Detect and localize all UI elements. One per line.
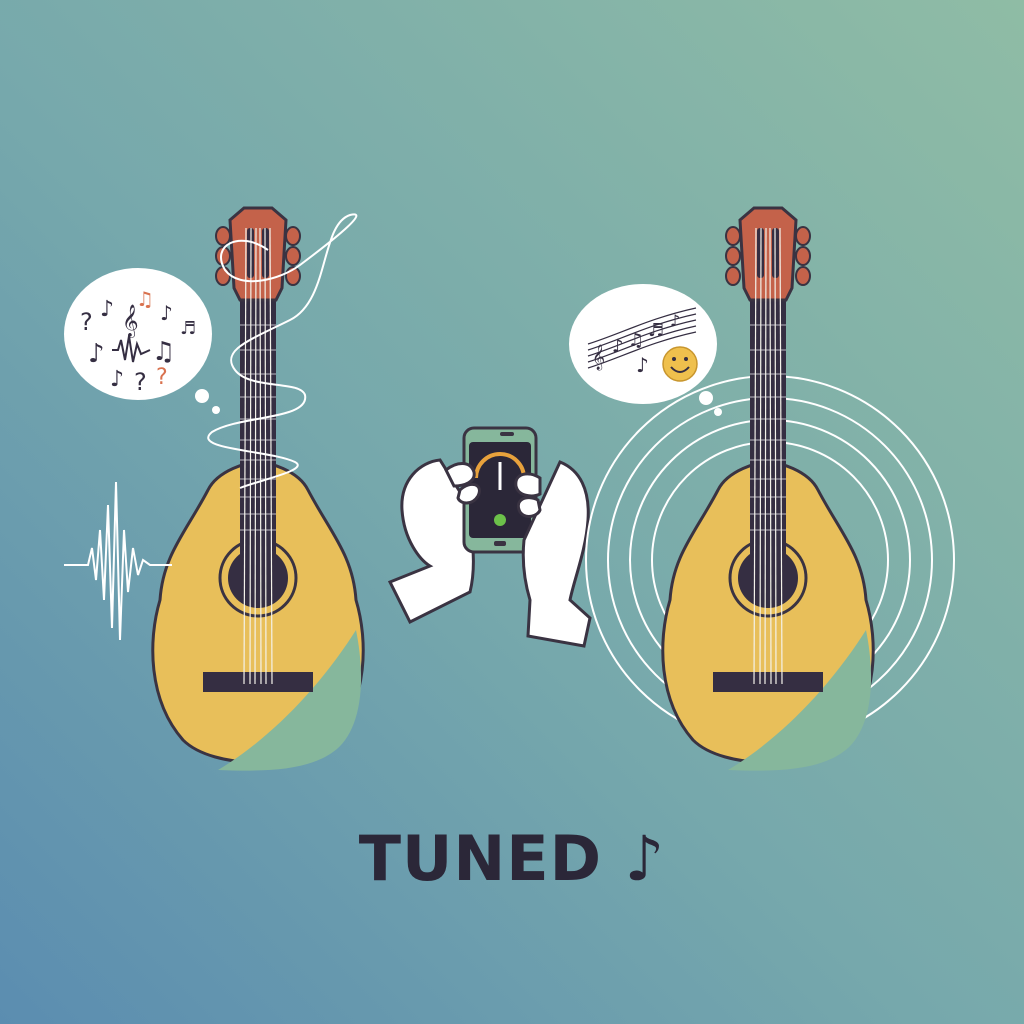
music-note-icon: ♪	[160, 301, 173, 325]
music-note-icon: ♫	[152, 337, 175, 367]
question-mark-icon: ?	[134, 368, 147, 396]
music-note-icon: ♪	[100, 297, 114, 322]
caption: TUNED ♪	[0, 828, 1024, 890]
question-mark-icon: ?	[80, 308, 93, 336]
music-note-icon: ♪	[636, 353, 649, 377]
music-note-icon: ♬	[180, 318, 196, 339]
music-note-icon: ♪	[624, 822, 666, 895]
question-mark-icon: ?	[156, 365, 168, 390]
music-note-icon: ♪	[612, 336, 624, 357]
svg-text:𝄞: 𝄞	[592, 344, 605, 370]
caption-word: TUNED	[358, 822, 603, 895]
music-note-icon: ♪	[88, 339, 105, 369]
music-note-icon: ♫	[628, 330, 644, 351]
music-note-icon: ♪	[670, 311, 680, 330]
music-note-icon: ♬	[648, 320, 664, 341]
tuner-led-icon	[494, 514, 506, 526]
music-note-icon: ♪	[110, 367, 124, 392]
music-note-icon: ♫	[136, 287, 154, 311]
smiley-icon	[662, 346, 698, 382]
